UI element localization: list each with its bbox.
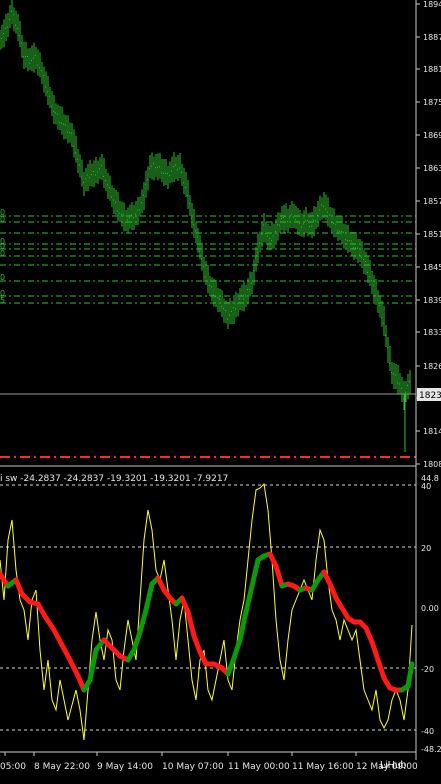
signal-segment (137, 607, 149, 635)
indicator-scale-label: -40 (421, 727, 434, 736)
signal-segment (405, 661, 415, 689)
price-axis[interactable]: 1894 1887 1881 1875 1869 1863 1857 1851 1845 1839… (415, 0, 441, 760)
indicator-scale-label: -20 (421, 665, 434, 674)
price-label: 1826 (423, 362, 441, 371)
price-label: 1851 (423, 230, 441, 239)
signal-segment (143, 581, 155, 613)
signal-segment (273, 563, 285, 589)
indicator-scale-label: 20 (421, 544, 431, 553)
indicator-pane[interactable]: i sw -24.2837 -24.2837 -19.3201 -19.3201… (0, 474, 441, 754)
watermark: LiHub (380, 760, 407, 771)
price-label: 1881 (423, 65, 441, 74)
signal-segment (231, 637, 243, 661)
price-bars (0, 0, 411, 452)
left-level-labels: 00000005 (0, 208, 5, 305)
price-label: 1857 (423, 197, 441, 206)
price-label: 1894 (423, 0, 441, 9)
signal-segment (185, 609, 197, 639)
level-label: 0 (0, 273, 5, 282)
signal-segment (375, 657, 387, 681)
signal-segment (369, 639, 381, 663)
indicator-scale-labels: 44.840200.00-20-40-48.2 (421, 474, 441, 754)
time-label: 9 May 14:00 (97, 762, 153, 772)
level-label: 0 (0, 215, 5, 224)
signal-segment (131, 629, 143, 653)
price-chart-pane[interactable]: 00000005 (0, 0, 416, 467)
price-label: 1814 (423, 427, 441, 436)
time-axis[interactable]: 05:00 8 May 22:00 9 May 14:00 10 May 07:00 1… (0, 752, 418, 772)
price-label: 1863 (423, 164, 441, 173)
indicator-fast-line (0, 482, 413, 741)
price-label: 1839 (423, 296, 441, 305)
indicator-header: i sw -24.2837 -24.2837 -19.3201 -19.3201… (0, 474, 228, 484)
time-label: 8 May 22:00 (34, 762, 90, 772)
price-label: 1833 (423, 328, 441, 337)
signal-segment (67, 657, 81, 679)
price-label: 1869 (423, 131, 441, 140)
indicator-scale-label: 0.00 (421, 604, 439, 613)
signal-segment (243, 583, 255, 615)
signal-segment (225, 655, 237, 677)
time-label: 11 May 00:00 (228, 762, 290, 772)
indicator-scale-label: 40 (421, 482, 431, 491)
price-label: 1875 (423, 98, 441, 107)
trading-terminal: 00000005 1894188718811875186918631857185… (0, 0, 441, 772)
price-label: 1887 (423, 33, 441, 42)
signal-segment (191, 633, 203, 655)
price-label: 1845 (423, 263, 441, 272)
signal-segment (51, 627, 65, 648)
signal-segment (249, 557, 261, 589)
time-label: 10 May 07:00 (162, 762, 224, 772)
indicator-scale-label: -48.2 (421, 745, 441, 754)
signal-segment (59, 642, 73, 663)
time-label: 05:00 (0, 762, 26, 772)
time-label: 11 May 16:00 (292, 762, 354, 772)
level-label: 5 (0, 296, 5, 305)
level-label: 0 (0, 249, 5, 258)
current-price-label: 1823 (419, 391, 441, 401)
price-label: 1808 (423, 460, 441, 469)
